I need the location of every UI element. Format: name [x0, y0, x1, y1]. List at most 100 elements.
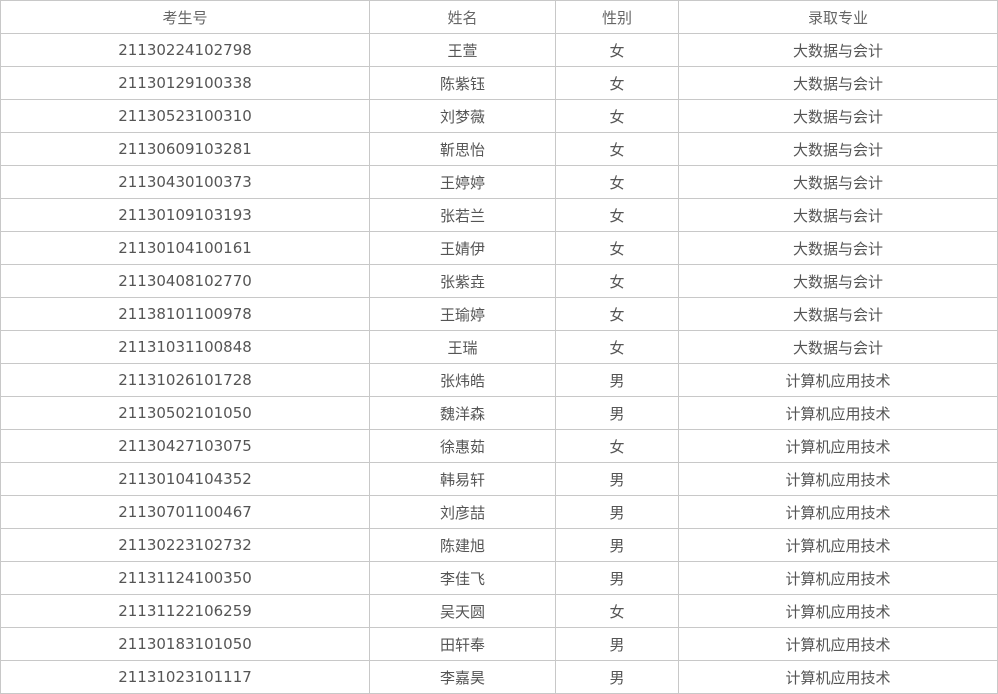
cell-major: 计算机应用技术	[678, 495, 998, 529]
cell-gender: 女	[555, 231, 679, 265]
cell-major: 计算机应用技术	[678, 561, 998, 595]
table-row: 21131124100350 李佳飞男计算机应用技术	[0, 561, 998, 595]
cell-major: 大数据与会计	[678, 99, 998, 133]
cell-major: 计算机应用技术	[678, 429, 998, 463]
cell-major: 计算机应用技术	[678, 627, 998, 661]
table-row: 21130408102770 张紫垚女大数据与会计	[0, 264, 998, 298]
cell-major: 大数据与会计	[678, 231, 998, 265]
cell-name: 王婧伊	[369, 231, 556, 265]
header-row: 考生号 姓名 性别 录取专业	[0, 0, 998, 34]
cell-major: 计算机应用技术	[678, 660, 998, 694]
cell-gender: 女	[555, 33, 679, 67]
cell-gender: 女	[555, 198, 679, 232]
cell-major: 大数据与会计	[678, 33, 998, 67]
table-row: 21130427103075 徐惠茹女计算机应用技术	[0, 429, 998, 463]
cell-name: 王瑜婷	[369, 297, 556, 331]
cell-name: 王婷婷	[369, 165, 556, 199]
cell-gender: 女	[555, 594, 679, 628]
cell-major: 计算机应用技术	[678, 528, 998, 562]
table-row: 21130223102732 陈建旭男计算机应用技术	[0, 528, 998, 562]
cell-name: 靳思怡	[369, 132, 556, 166]
cell-exam-number: 21131031100848	[0, 330, 370, 364]
cell-gender: 男	[555, 396, 679, 430]
table-body: 21130224102798 王萱女大数据与会计 21130129100338 陈紫钰…	[0, 33, 998, 694]
cell-gender: 女	[555, 99, 679, 133]
cell-exam-number: 21130523100310	[0, 99, 370, 133]
table-row: 21130523100310 刘梦薇女大数据与会计	[0, 99, 998, 133]
cell-gender: 男	[555, 462, 679, 496]
table-row: 21130183101050 田轩奉男计算机应用技术	[0, 627, 998, 661]
table-row: 21130502101050 魏洋森男计算机应用技术	[0, 396, 998, 430]
cell-exam-number: 21130183101050	[0, 627, 370, 661]
cell-exam-number: 21130129100338	[0, 66, 370, 100]
cell-major: 计算机应用技术	[678, 462, 998, 496]
table-row: 21130104104352 韩易轩男计算机应用技术	[0, 462, 998, 496]
header-major: 录取专业	[678, 0, 998, 34]
cell-gender: 女	[555, 297, 679, 331]
cell-exam-number: 21131023101117	[0, 660, 370, 694]
cell-name: 吴天圆	[369, 594, 556, 628]
cell-name: 陈紫钰	[369, 66, 556, 100]
cell-exam-number: 21131026101728	[0, 363, 370, 397]
cell-exam-number: 21130609103281	[0, 132, 370, 166]
cell-major: 大数据与会计	[678, 132, 998, 166]
table-row: 21130701100467 刘彦喆男计算机应用技术	[0, 495, 998, 529]
cell-gender: 男	[555, 660, 679, 694]
header-gender: 性别	[555, 0, 679, 34]
cell-exam-number: 21131124100350	[0, 561, 370, 595]
cell-gender: 男	[555, 363, 679, 397]
cell-name: 张紫垚	[369, 264, 556, 298]
cell-name: 田轩奉	[369, 627, 556, 661]
cell-major: 大数据与会计	[678, 66, 998, 100]
admission-table: 考生号 姓名 性别 录取专业 21130224102798 王萱女大数据与会计 21…	[0, 0, 998, 694]
cell-major: 大数据与会计	[678, 330, 998, 364]
cell-exam-number: 21130104104352	[0, 462, 370, 496]
table-header: 考生号 姓名 性别 录取专业	[0, 0, 998, 34]
cell-name: 王瑞	[369, 330, 556, 364]
cell-major: 大数据与会计	[678, 264, 998, 298]
table-row: 21131122106259 吴天圆女计算机应用技术	[0, 594, 998, 628]
cell-gender: 男	[555, 528, 679, 562]
cell-gender: 女	[555, 132, 679, 166]
table-row: 21131023101117 李嘉昊男计算机应用技术	[0, 660, 998, 694]
cell-exam-number: 21130502101050	[0, 396, 370, 430]
cell-gender: 男	[555, 561, 679, 595]
table-row: 21131026101728 张炜皓男计算机应用技术	[0, 363, 998, 397]
cell-major: 大数据与会计	[678, 198, 998, 232]
cell-exam-number: 21130701100467	[0, 495, 370, 529]
cell-gender: 男	[555, 495, 679, 529]
cell-exam-number: 21130408102770	[0, 264, 370, 298]
cell-major: 大数据与会计	[678, 165, 998, 199]
header-exam-number: 考生号	[0, 0, 370, 34]
cell-exam-number: 21131122106259	[0, 594, 370, 628]
cell-name: 张若兰	[369, 198, 556, 232]
cell-name: 李嘉昊	[369, 660, 556, 694]
cell-name: 王萱	[369, 33, 556, 67]
cell-gender: 女	[555, 330, 679, 364]
cell-gender: 女	[555, 264, 679, 298]
table-row: 21130609103281 靳思怡女大数据与会计	[0, 132, 998, 166]
table-row: 21138101100978 王瑜婷女大数据与会计	[0, 297, 998, 331]
cell-major: 计算机应用技术	[678, 594, 998, 628]
table-row: 21131031100848 王瑞女大数据与会计	[0, 330, 998, 364]
cell-gender: 男	[555, 627, 679, 661]
cell-name: 韩易轩	[369, 462, 556, 496]
cell-name: 张炜皓	[369, 363, 556, 397]
header-name: 姓名	[369, 0, 556, 34]
cell-major: 大数据与会计	[678, 297, 998, 331]
cell-name: 魏洋森	[369, 396, 556, 430]
cell-exam-number: 21130430100373	[0, 165, 370, 199]
cell-exam-number: 21130223102732	[0, 528, 370, 562]
cell-name: 刘彦喆	[369, 495, 556, 529]
cell-exam-number: 21130104100161	[0, 231, 370, 265]
cell-gender: 女	[555, 429, 679, 463]
cell-name: 陈建旭	[369, 528, 556, 562]
table-row: 21130104100161 王婧伊女大数据与会计	[0, 231, 998, 265]
table-row: 21130430100373 王婷婷女大数据与会计	[0, 165, 998, 199]
cell-name: 刘梦薇	[369, 99, 556, 133]
cell-exam-number: 21130224102798	[0, 33, 370, 67]
cell-exam-number: 21130109103193	[0, 198, 370, 232]
cell-gender: 女	[555, 165, 679, 199]
cell-exam-number: 21138101100978	[0, 297, 370, 331]
cell-name: 徐惠茹	[369, 429, 556, 463]
